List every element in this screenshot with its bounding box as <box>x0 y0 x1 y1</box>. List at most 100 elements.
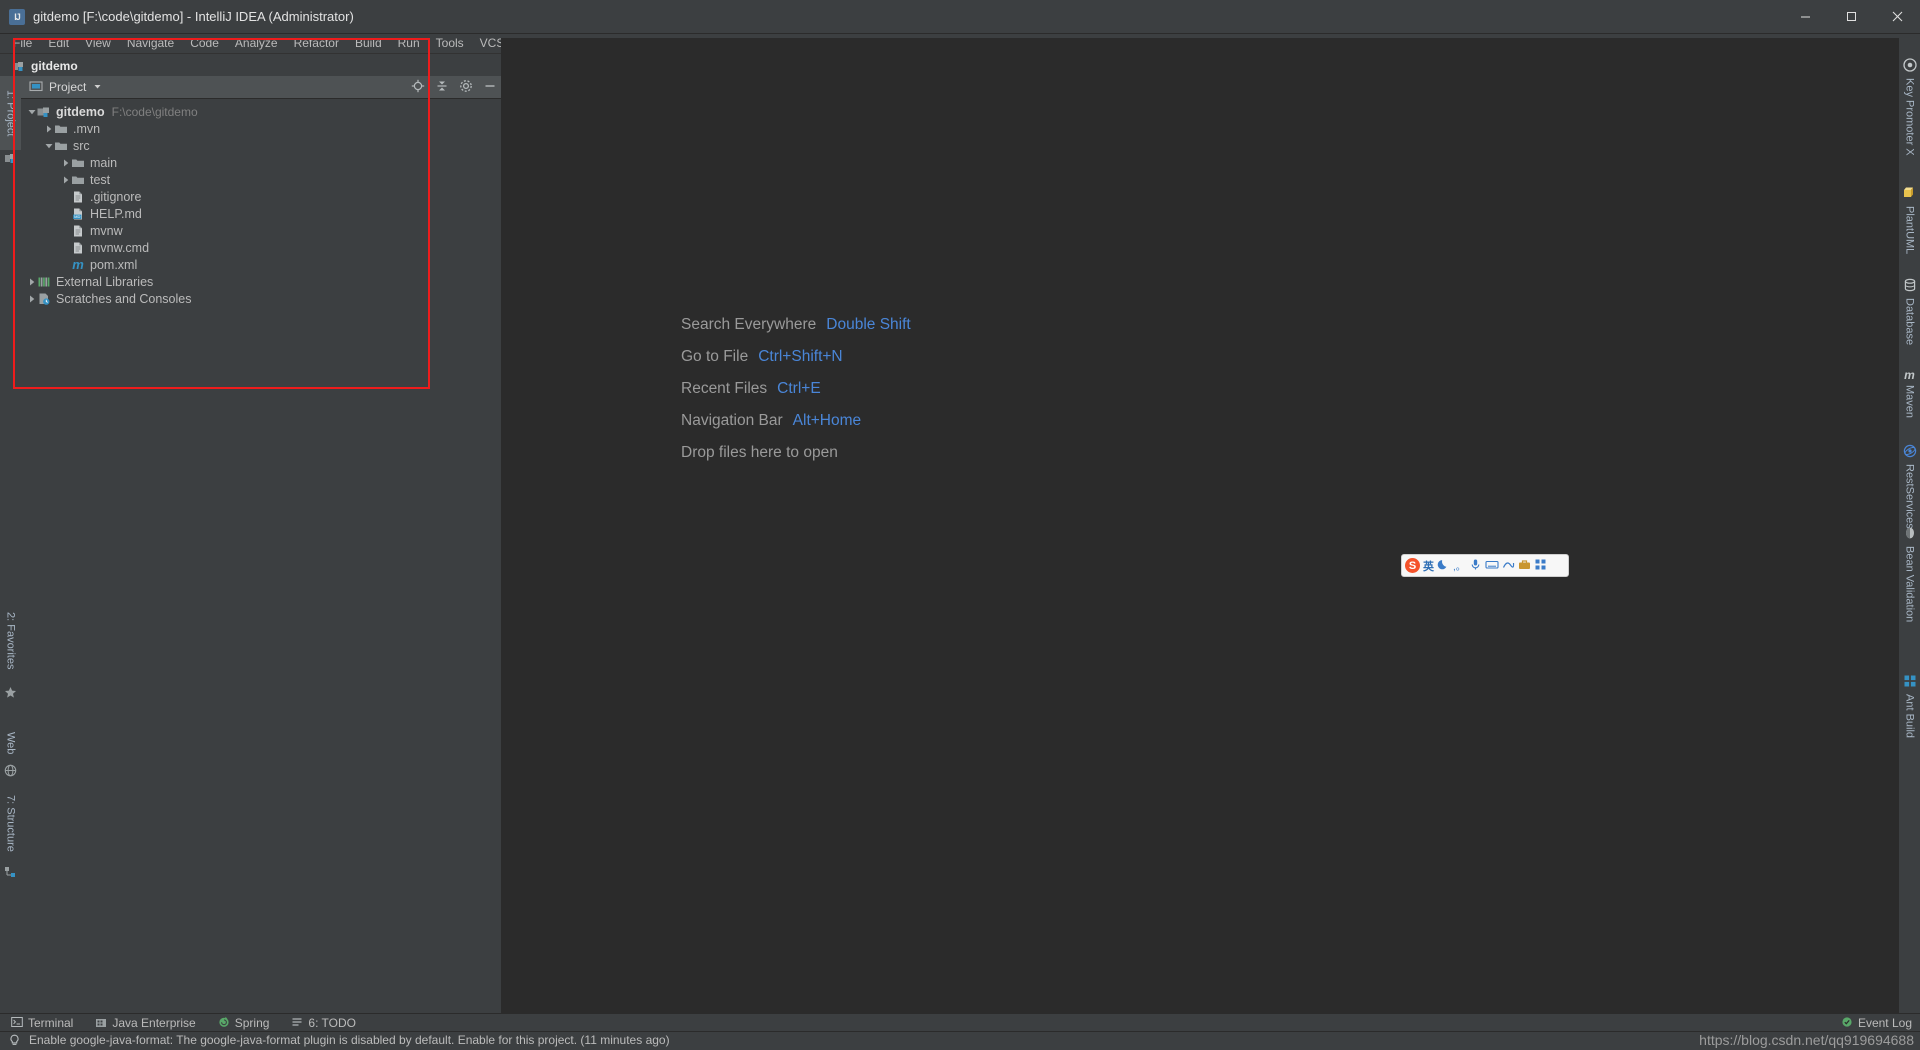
maximize-button[interactable] <box>1828 0 1874 33</box>
welcome-drop-hint: Drop files here to open <box>681 444 838 461</box>
project-file-tree[interactable]: gitdemo F:\code\gitdemo .mvn src main test .gi… <box>21 99 501 307</box>
project-panel-title: Project <box>49 80 87 94</box>
chevron-down-icon[interactable] <box>43 140 54 151</box>
welcome-shortcut-row: Go to File Ctrl+Shift+N <box>681 348 911 380</box>
tree-row[interactable]: test <box>21 171 501 188</box>
tree-row-label: HELP.md <box>90 206 142 221</box>
rest-services-icon <box>1903 444 1917 461</box>
sidebar-item-maven-label: Maven <box>1903 385 1916 419</box>
sidebar-item-plantuml[interactable]: PlantUML <box>1899 186 1920 254</box>
welcome-shortcut-key: Double Shift <box>826 316 911 333</box>
tree-row[interactable]: m pom.xml <box>21 256 501 273</box>
keyboard-icon[interactable] <box>1485 558 1499 574</box>
text-file-icon <box>71 224 85 238</box>
sidebar-item-project-label: 1: Project <box>4 89 17 137</box>
menu-code[interactable]: Code <box>182 34 227 53</box>
sidebar-item-bean-validation-label: Bean Validation <box>1903 546 1916 623</box>
hide-panel-icon[interactable] <box>483 79 497 96</box>
tree-arrow-placeholder <box>60 242 71 253</box>
tree-arrow-placeholder <box>60 191 71 202</box>
tree-row[interactable]: main <box>21 154 501 171</box>
tree-row[interactable]: .gitignore <box>21 188 501 205</box>
sidebar-item-structure[interactable]: 7: Structure <box>0 782 21 864</box>
sidebar-item-restservices-label: RestServices <box>1903 464 1916 529</box>
tree-row-label: gitdemo <box>56 104 105 119</box>
sidebar-item-key-promoter-x[interactable]: Key Promoter X <box>1899 58 1920 156</box>
close-button[interactable] <box>1874 0 1920 33</box>
bottom-tab-java-enterprise[interactable]: Java Enterprise <box>84 1014 206 1032</box>
tree-row[interactable]: .mvn <box>21 120 501 137</box>
bean-validation-icon <box>1903 526 1917 543</box>
collapse-all-icon[interactable] <box>435 79 449 96</box>
menu-run[interactable]: Run <box>390 34 428 53</box>
bottom-tool-window-bar: Terminal Java Enterprise Spring 6: TODO … <box>0 1013 1920 1032</box>
chevron-right-icon[interactable] <box>26 276 37 287</box>
sidebar-item-restservices[interactable]: RestServices <box>1899 444 1920 529</box>
left-tool-window-strip: 1: Project 2: Favorites Web 7: Structure <box>0 76 22 1014</box>
menu-view[interactable]: View <box>77 34 119 53</box>
toolbox-icon[interactable] <box>1518 558 1531 574</box>
event-log-label[interactable]: Event Log <box>1858 1016 1912 1030</box>
bottom-tab-terminal[interactable]: Terminal <box>0 1014 84 1032</box>
chevron-down-icon[interactable] <box>93 80 102 94</box>
chevron-right-icon[interactable] <box>60 157 71 168</box>
sogou-input-icon[interactable]: S <box>1405 558 1420 573</box>
menu-navigate[interactable]: Navigate <box>119 34 182 53</box>
tree-arrow-placeholder <box>60 225 71 236</box>
moon-icon[interactable] <box>1437 558 1450 574</box>
sogou-ime-toolbar[interactable]: S 英 ,。 <box>1401 554 1569 577</box>
scroll-from-source-icon[interactable] <box>411 79 425 96</box>
tree-row[interactable]: Scratches and Consoles <box>21 290 501 307</box>
menu-tools[interactable]: Tools <box>428 34 472 53</box>
tree-row-label: pom.xml <box>90 257 138 272</box>
sidebar-item-database[interactable]: Database <box>1899 278 1920 345</box>
sidebar-item-maven[interactable]: m Maven <box>1899 368 1920 418</box>
menu-edit[interactable]: Edit <box>40 34 77 53</box>
chevron-right-icon[interactable] <box>26 293 37 304</box>
title-bar: IJ gitdemo [F:\code\gitdemo] - IntelliJ … <box>0 0 1920 34</box>
toolbar-project-label: gitdemo <box>0 59 78 73</box>
tree-row[interactable]: MD HELP.md <box>21 205 501 222</box>
sidebar-item-favorites[interactable]: 2: Favorites <box>0 600 21 682</box>
menu-grid-icon[interactable] <box>1534 558 1547 574</box>
minimize-button[interactable] <box>1782 0 1828 33</box>
welcome-shortcut-label: Go to File <box>681 348 749 365</box>
handwriting-icon[interactable] <box>1502 558 1515 574</box>
ime-mode-label[interactable]: 英 <box>1423 558 1434 574</box>
menu-refactor[interactable]: Refactor <box>286 34 347 53</box>
tree-row[interactable]: mvnw <box>21 222 501 239</box>
sidebar-item-ant-build[interactable]: Ant Build <box>1899 674 1920 738</box>
folder-icon <box>54 139 68 153</box>
chevron-right-icon[interactable] <box>43 123 54 134</box>
tree-row-label: test <box>90 172 111 187</box>
sidebar-item-plantuml-label: PlantUML <box>1903 206 1916 255</box>
menu-analyze[interactable]: Analyze <box>227 34 286 53</box>
module-icon <box>37 105 51 119</box>
ant-build-icon <box>1903 674 1917 691</box>
chevron-right-icon[interactable] <box>60 174 71 185</box>
toolbar-project-name: gitdemo <box>31 59 78 73</box>
microphone-icon[interactable] <box>1469 558 1482 574</box>
tree-row[interactable]: src <box>21 137 501 154</box>
bottom-tab-spring[interactable]: Spring <box>207 1014 281 1032</box>
punctuation-icon[interactable]: ,。 <box>1453 558 1466 573</box>
tree-arrow-placeholder <box>60 259 71 270</box>
folder-icon <box>54 122 68 136</box>
chevron-down-icon[interactable] <box>26 106 37 117</box>
settings-gear-icon[interactable] <box>459 79 473 96</box>
sidebar-item-bean-validation[interactable]: Bean Validation <box>1899 526 1920 622</box>
sidebar-item-web[interactable]: Web <box>0 724 21 762</box>
bottom-tab-spring-label: Spring <box>234 1016 270 1030</box>
right-tool-window-strip: Key Promoter X PlantUML Database m Maven… <box>1898 38 1920 1014</box>
bottom-tab-todo-label: 6: TODO <box>308 1016 356 1030</box>
editor-area[interactable]: Search Everywhere Double Shift Go to File C… <box>501 38 1899 1014</box>
tree-row-label: .mvn <box>73 121 101 136</box>
tree-row[interactable]: gitdemo F:\code\gitdemo <box>21 103 501 120</box>
tree-row[interactable]: External Libraries <box>21 273 501 290</box>
sidebar-item-project[interactable]: 1: Project <box>0 76 21 150</box>
bottom-tab-todo[interactable]: 6: TODO <box>280 1014 367 1032</box>
lightbulb-icon[interactable] <box>8 1034 21 1047</box>
menu-file[interactable]: File <box>5 34 40 53</box>
tree-row[interactable]: mvnw.cmd <box>21 239 501 256</box>
menu-build[interactable]: Build <box>347 34 390 53</box>
